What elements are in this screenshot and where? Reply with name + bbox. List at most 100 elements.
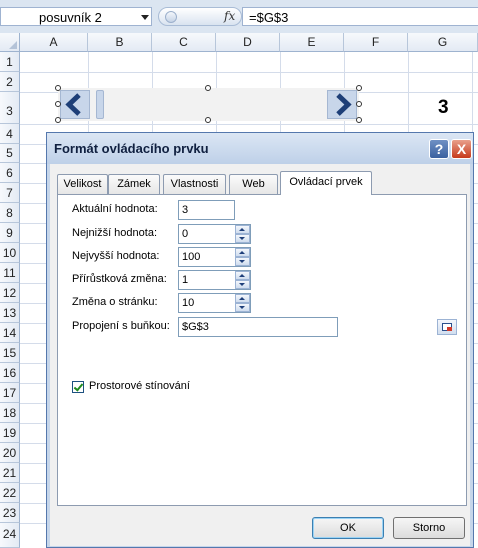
row-header-4[interactable]: 4 bbox=[0, 124, 20, 144]
row-header-7[interactable]: 7 bbox=[0, 183, 20, 203]
chevron-left-icon bbox=[65, 93, 81, 116]
cancel-button[interactable]: Storno bbox=[393, 517, 465, 539]
gridline bbox=[20, 124, 478, 125]
row-header-6[interactable]: 6 bbox=[0, 163, 20, 183]
spin-down-icon[interactable] bbox=[235, 280, 250, 289]
column-header-f[interactable]: F bbox=[344, 33, 408, 52]
current-value-text: 3 bbox=[182, 204, 189, 216]
dialog-titlebar[interactable]: Formát ovládacího prvku ? X bbox=[47, 133, 473, 164]
spin-up-icon[interactable] bbox=[235, 294, 250, 303]
selection-handle[interactable] bbox=[55, 117, 61, 123]
row-header-24[interactable]: 24 bbox=[0, 523, 20, 548]
column-header-b[interactable]: B bbox=[88, 33, 152, 52]
scroll-left-button[interactable] bbox=[60, 90, 90, 119]
row-header-20[interactable]: 20 bbox=[0, 443, 20, 463]
name-box-value: posuvník 2 bbox=[39, 10, 102, 25]
row-header-19[interactable]: 19 bbox=[0, 423, 20, 443]
spin-down-icon[interactable] bbox=[235, 257, 250, 266]
formula-input[interactable]: =$G$3 bbox=[242, 7, 478, 26]
spin-up-icon[interactable] bbox=[235, 248, 250, 257]
help-button[interactable]: ? bbox=[429, 139, 449, 159]
min-value-text: 0 bbox=[182, 228, 189, 240]
column-header-g[interactable]: G bbox=[408, 33, 478, 52]
column-header-e[interactable]: E bbox=[280, 33, 344, 52]
formula-text: =$G$3 bbox=[249, 10, 289, 25]
tab-vlastnosti[interactable]: Vlastnosti bbox=[163, 174, 226, 194]
row-header-9[interactable]: 9 bbox=[0, 223, 20, 243]
tab-ovladaci-prvek[interactable]: Ovládací prvek bbox=[280, 171, 372, 195]
dialog-body: Velikost Zámek Vlastnosti Web Ovládací p… bbox=[50, 164, 470, 546]
selection-handle[interactable] bbox=[55, 85, 61, 91]
row-header-22[interactable]: 22 bbox=[0, 483, 20, 503]
formula-bar: posuvník 2 fx =$G$3 bbox=[0, 0, 478, 33]
cell-g3[interactable]: 3 bbox=[438, 97, 449, 119]
min-value-stepper[interactable]: 0 bbox=[178, 224, 251, 244]
selection-handle[interactable] bbox=[356, 101, 362, 107]
column-header-a[interactable]: A bbox=[20, 33, 88, 52]
max-value-stepper[interactable]: 100 bbox=[178, 247, 251, 267]
tab-panel: Aktuální hodnota: 3 Nejnižší hodnota: 0 … bbox=[57, 194, 467, 506]
page-change-text: 10 bbox=[182, 297, 195, 309]
chevron-down-icon[interactable] bbox=[141, 15, 149, 20]
selection-handle[interactable] bbox=[356, 117, 362, 123]
row-header-21[interactable]: 21 bbox=[0, 463, 20, 483]
row-header-18[interactable]: 18 bbox=[0, 403, 20, 423]
increment-stepper[interactable]: 1 bbox=[178, 270, 251, 290]
insert-function-icon[interactable]: fx bbox=[224, 9, 235, 23]
resize-handle-icon[interactable] bbox=[165, 11, 177, 23]
column-header-c[interactable]: C bbox=[152, 33, 216, 52]
page-change-label: Změna o stránku: bbox=[72, 296, 158, 308]
scroll-thumb[interactable] bbox=[96, 90, 104, 119]
row-header-2[interactable]: 2 bbox=[0, 72, 20, 92]
current-value-label: Aktuální hodnota: bbox=[72, 203, 158, 215]
scroll-right-button[interactable] bbox=[327, 90, 357, 119]
column-header-d[interactable]: D bbox=[216, 33, 280, 52]
row-header-11[interactable]: 11 bbox=[0, 263, 20, 283]
row-header-14[interactable]: 14 bbox=[0, 323, 20, 343]
min-value-label: Nejnižší hodnota: bbox=[72, 227, 157, 239]
shading-label[interactable]: Prostorové stínování bbox=[89, 380, 190, 392]
tab-velikost[interactable]: Velikost bbox=[57, 174, 108, 194]
row-header-8[interactable]: 8 bbox=[0, 203, 20, 223]
row-header-5[interactable]: 5 bbox=[0, 144, 20, 163]
tab-web[interactable]: Web bbox=[229, 174, 278, 194]
gridline bbox=[20, 72, 478, 73]
tab-zamek[interactable]: Zámek bbox=[108, 174, 160, 194]
increment-text: 1 bbox=[182, 274, 189, 286]
selection-handle[interactable] bbox=[356, 85, 362, 91]
spin-up-icon[interactable] bbox=[235, 271, 250, 280]
row-header-12[interactable]: 12 bbox=[0, 283, 20, 303]
max-value-label: Nejvyšší hodnota: bbox=[72, 250, 160, 262]
ok-button[interactable]: OK bbox=[312, 517, 384, 539]
current-value-input[interactable]: 3 bbox=[178, 200, 235, 220]
row-header-17[interactable]: 17 bbox=[0, 383, 20, 403]
spin-down-icon[interactable] bbox=[235, 234, 250, 243]
cell-link-label: Propojení s buňkou: bbox=[72, 320, 170, 332]
formula-bar-divider[interactable]: fx bbox=[158, 7, 242, 26]
row-header-1[interactable]: 1 bbox=[0, 52, 20, 72]
row-header-13[interactable]: 13 bbox=[0, 303, 20, 323]
chevron-right-icon bbox=[336, 93, 352, 116]
cell-link-input[interactable]: $G$3 bbox=[178, 317, 457, 337]
row-header-23[interactable]: 23 bbox=[0, 503, 20, 523]
collapse-dialog-icon[interactable] bbox=[437, 319, 457, 335]
close-button[interactable]: X bbox=[451, 139, 472, 159]
selection-handle[interactable] bbox=[55, 101, 61, 107]
shading-checkbox[interactable] bbox=[72, 381, 84, 393]
format-control-dialog: Formát ovládacího prvku ? X Velikost Zám… bbox=[46, 132, 474, 548]
cell-link-text: $G$3 bbox=[182, 321, 209, 333]
spin-up-icon[interactable] bbox=[235, 225, 250, 234]
row-header-10[interactable]: 10 bbox=[0, 243, 20, 263]
spin-down-icon[interactable] bbox=[235, 303, 250, 312]
row-header-15[interactable]: 15 bbox=[0, 343, 20, 363]
max-value-text: 100 bbox=[182, 251, 201, 263]
dialog-title: Formát ovládacího prvku bbox=[54, 141, 209, 156]
row-header-16[interactable]: 16 bbox=[0, 363, 20, 383]
selection-handle[interactable] bbox=[205, 85, 211, 91]
page-change-stepper[interactable]: 10 bbox=[178, 293, 251, 313]
selection-handle[interactable] bbox=[205, 117, 211, 123]
name-box[interactable]: posuvník 2 bbox=[0, 7, 152, 26]
increment-label: Přírůstková změna: bbox=[72, 273, 167, 285]
select-all-corner[interactable] bbox=[0, 33, 20, 52]
row-header-3[interactable]: 3 bbox=[0, 92, 20, 124]
